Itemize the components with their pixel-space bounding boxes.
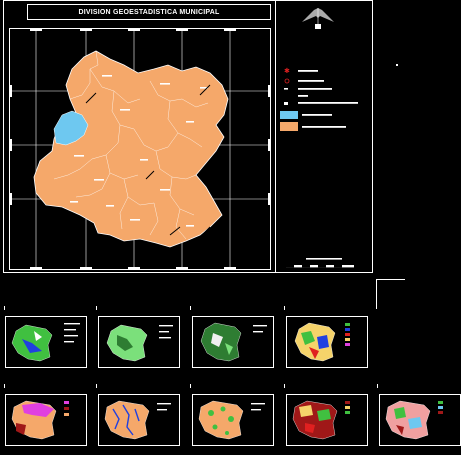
thumbnail-map-2[interactable]: [98, 316, 180, 368]
thumbnail-corner-mark: [96, 384, 97, 388]
thumbnail-corner-mark: [4, 384, 5, 388]
north-arrow-icon: [302, 8, 334, 29]
thumbnail-corner-mark: [284, 384, 285, 388]
thumbnail-map-1[interactable]: [5, 316, 87, 368]
thumbnail-corner-mark: [4, 306, 5, 310]
scale-bar-icon: [286, 258, 354, 268]
map-title-box: DIVISION GEOESTADISTICA MUNICIPAL: [27, 4, 271, 20]
thumbnail-map-9[interactable]: [379, 394, 461, 446]
municipal-map: [10, 29, 270, 269]
thumbnail-map-7[interactable]: [192, 394, 274, 446]
stray-point: [396, 64, 398, 66]
legend-items: ✱: [280, 67, 358, 131]
thumbnail-corner-mark: [377, 384, 378, 388]
map-frame: [9, 28, 271, 270]
map-title: DIVISION GEOESTADISTICA MUNICIPAL: [78, 8, 220, 16]
svg-text:✱: ✱: [284, 67, 290, 75]
thumbnail-map-5[interactable]: [5, 394, 87, 446]
thumbnail-map-8[interactable]: [286, 394, 368, 446]
thumbnail-map-3[interactable]: [192, 316, 274, 368]
thumbnail-corner-mark: [96, 306, 97, 310]
thumbnail-map-4[interactable]: [286, 316, 368, 368]
legend-panel: ✱: [275, 0, 373, 273]
thumbnail-map-6[interactable]: [98, 394, 180, 446]
thumbnail-corner-mark: [190, 306, 191, 310]
sheet-corner-mark-vertical: [376, 279, 377, 309]
legend-graphics: ✱: [280, 8, 358, 268]
municipality-territory: [33, 50, 229, 248]
sheet-corner-mark: [377, 279, 405, 280]
thumbnail-corner-mark: [190, 384, 191, 388]
thumbnail-corner-mark: [284, 306, 285, 310]
